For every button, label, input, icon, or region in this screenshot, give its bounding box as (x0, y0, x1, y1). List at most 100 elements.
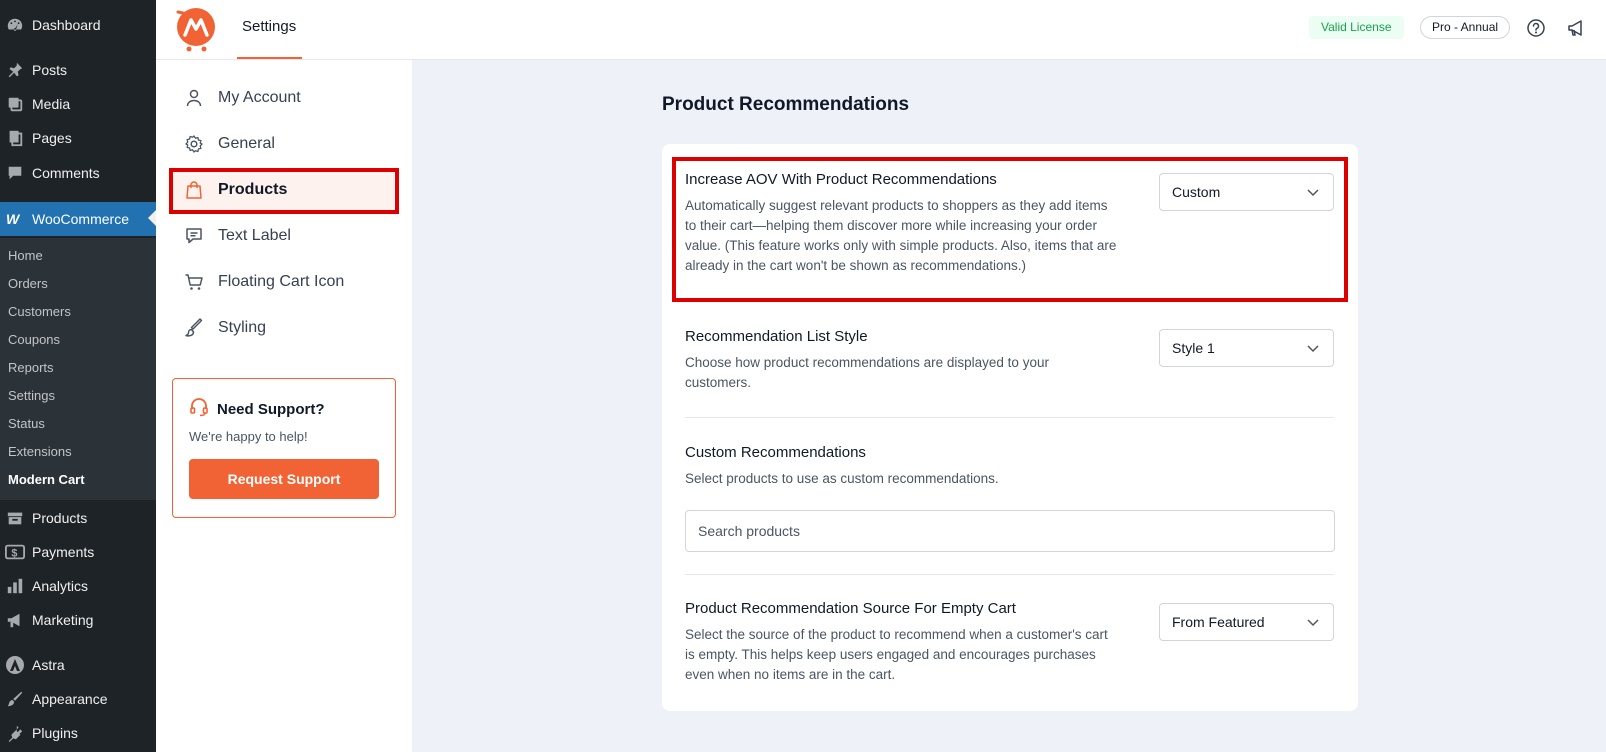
wp-menu-analytics[interactable]: Analytics (0, 570, 156, 602)
modern-cart-logo (174, 6, 216, 52)
megaphone-icon (5, 610, 25, 630)
list-style-select[interactable]: Style 1 (1159, 329, 1334, 367)
wp-menu-products[interactable]: Products (0, 502, 156, 534)
wp-menu-label: Products (32, 510, 88, 526)
dollar-icon: $ (5, 542, 25, 562)
submenu-settings[interactable]: Settings (8, 388, 55, 403)
submenu-reports[interactable]: Reports (8, 360, 54, 375)
astra-icon (5, 655, 25, 675)
wp-menu-label: Comments (32, 165, 100, 181)
brush-icon (184, 318, 204, 338)
aov-select[interactable]: Custom (1159, 173, 1334, 211)
settings-card: Increase AOV With Product Recommendation… (662, 144, 1358, 711)
submenu-customers[interactable]: Customers (8, 304, 71, 319)
settings-nav: My Account General Products Text Label F… (156, 60, 412, 752)
page-title[interactable]: Settings (242, 18, 296, 35)
empty-cart-source-description: Select the source of the product to reco… (685, 625, 1135, 685)
aov-description: Automatically suggest relevant products … (685, 196, 1135, 276)
divider (685, 574, 1334, 575)
search-products-input[interactable] (685, 510, 1335, 552)
woocommerce-submenu: Home Orders Customers Coupons Reports Se… (0, 238, 156, 500)
wp-menu-label: Pages (32, 130, 72, 146)
chevron-down-icon (1305, 340, 1321, 356)
wp-menu-label: Posts (32, 62, 68, 78)
wp-menu-media[interactable]: Media (0, 88, 156, 120)
nav-item-my-account[interactable]: My Account (172, 78, 394, 118)
top-header: Settings Valid License Pro - Annual (156, 0, 1606, 60)
nav-item-label: Text Label (218, 227, 291, 244)
select-value: Custom (1172, 184, 1221, 200)
user-icon (184, 88, 204, 108)
wp-menu-label: Dashboard (32, 17, 101, 33)
help-icon[interactable] (1526, 18, 1546, 38)
wp-menu-label: WooCommerce (32, 211, 129, 227)
support-title: Need Support? (217, 401, 325, 418)
nav-item-products[interactable]: Products (172, 170, 394, 210)
cart-icon (184, 272, 204, 292)
submenu-extensions[interactable]: Extensions (8, 444, 72, 459)
wp-menu-posts[interactable]: Posts (0, 54, 156, 86)
wp-menu-astra[interactable]: Astra (0, 649, 156, 681)
nav-item-styling[interactable]: Styling (172, 308, 394, 348)
wp-menu-label: Media (32, 96, 71, 112)
submenu-modern-cart[interactable]: Modern Cart (8, 472, 85, 487)
dashboard-icon (5, 15, 25, 35)
paintbrush-icon (5, 689, 25, 709)
active-tab-underline (237, 57, 302, 59)
wp-menu-label: Marketing (32, 612, 94, 628)
svg-text:$: $ (11, 548, 17, 560)
request-support-button[interactable]: Request Support (189, 459, 379, 499)
nav-item-general[interactable]: General (172, 124, 394, 164)
chat-bubble-icon (184, 226, 204, 246)
select-value: From Featured (1172, 614, 1265, 630)
desc-line: customers. (685, 375, 752, 390)
nav-item-text-label[interactable]: Text Label (172, 216, 394, 256)
empty-cart-source-select[interactable]: From Featured (1159, 603, 1334, 641)
wp-menu-plugins[interactable]: Plugins (0, 717, 156, 749)
select-value: Style 1 (1172, 340, 1215, 356)
wp-menu-comments[interactable]: Comments (0, 157, 156, 189)
submenu-status[interactable]: Status (8, 416, 45, 431)
wp-menu-payments[interactable]: $ Payments (0, 536, 156, 568)
media-icon (5, 94, 25, 114)
announcement-icon[interactable] (1566, 18, 1586, 38)
empty-cart-source-title: Product Recommendation Source For Empty … (685, 600, 1016, 617)
desc-line: is empty. This helps keep users engaged … (685, 647, 1096, 662)
wp-menu-label: Payments (32, 544, 95, 560)
desc-line: even when no items are in the cart. (685, 667, 896, 682)
aov-title: Increase AOV With Product Recommendation… (685, 171, 997, 188)
section-heading: Product Recommendations (662, 94, 910, 115)
wp-menu-label: Plugins (32, 725, 78, 741)
wp-menu-woocommerce[interactable]: W WooCommerce (0, 202, 156, 236)
desc-line: Automatically suggest relevant products … (685, 198, 1108, 213)
support-header: Need Support? (189, 397, 325, 422)
support-card: Need Support? We're happy to help! Reque… (172, 378, 396, 518)
wp-menu-appearance[interactable]: Appearance (0, 683, 156, 715)
nav-item-label: Styling (218, 319, 267, 336)
custom-recommendations-description: Select products to use as custom recomme… (685, 471, 999, 486)
chevron-down-icon (1305, 184, 1321, 200)
list-style-description: Choose how product recommendations are d… (685, 353, 1135, 393)
support-subtitle: We're happy to help! (189, 429, 308, 444)
plan-badge: Pro - Annual (1420, 16, 1511, 39)
nav-item-floating-cart-icon[interactable]: Floating Cart Icon (172, 262, 394, 302)
wp-menu-marketing[interactable]: Marketing (0, 604, 156, 636)
comment-icon (5, 163, 25, 183)
desc-line: to their cart—helping them discover more… (685, 218, 1097, 233)
svg-text:W: W (6, 211, 21, 227)
submenu-home[interactable]: Home (8, 248, 43, 263)
desc-line: value. (This feature works only with sim… (685, 238, 1117, 253)
wp-admin-sidebar: Dashboard Posts Media Pages Comments W W… (0, 0, 156, 752)
nav-item-label: My Account (218, 89, 301, 106)
shopping-bag-icon (184, 180, 204, 200)
bar-chart-icon (5, 576, 25, 596)
wp-menu-dashboard[interactable]: Dashboard (0, 9, 156, 41)
wp-menu-pages[interactable]: Pages (0, 122, 156, 154)
divider (685, 417, 1334, 418)
nav-item-label: Floating Cart Icon (218, 273, 345, 290)
plug-icon (5, 723, 25, 743)
submenu-coupons[interactable]: Coupons (8, 332, 60, 347)
gear-icon (184, 134, 204, 154)
submenu-orders[interactable]: Orders (8, 276, 48, 291)
headset-icon (189, 397, 209, 422)
